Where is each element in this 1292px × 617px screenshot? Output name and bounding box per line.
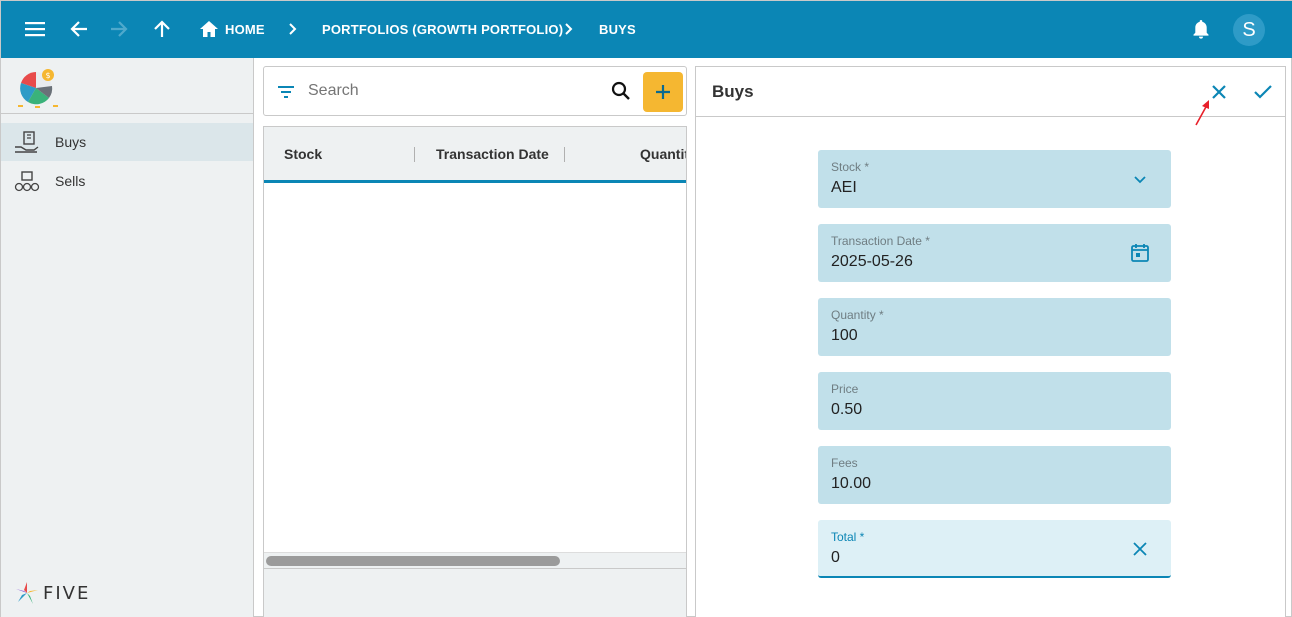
menu-icon[interactable] — [24, 18, 46, 40]
field-value: 100 — [831, 327, 858, 344]
sidebar-item-label: Buys — [55, 134, 87, 150]
fees-field[interactable]: Fees 10.00 — [818, 446, 1171, 504]
portfolio-logo-icon: $ — [18, 69, 58, 108]
field-value: 0.50 — [831, 401, 863, 418]
column-header-transaction-date[interactable]: Transaction Date — [436, 146, 549, 162]
sidebar: $ Buys Sells FIVE — [1, 58, 254, 617]
calendar-icon[interactable] — [1129, 242, 1151, 264]
list-panel: Search Stock Transaction Date Quantit — [263, 66, 687, 617]
filter-icon[interactable] — [276, 82, 296, 102]
chevron-right-icon — [562, 18, 576, 40]
quantity-field[interactable]: Quantity * 100 — [818, 298, 1171, 356]
sells-icon — [14, 169, 40, 193]
total-field[interactable]: Total * 0 — [818, 520, 1171, 578]
annotation-arrow-icon — [1195, 100, 1209, 126]
breadcrumb-portfolios[interactable]: PORTFOLIOS (GROWTH PORTFOLIO) — [322, 22, 563, 37]
field-label: Total * — [831, 530, 865, 544]
column-divider[interactable] — [564, 147, 565, 162]
arrow-forward-icon[interactable] — [108, 18, 130, 40]
column-header-quantity[interactable]: Quantit — [640, 146, 686, 162]
search-bar: Search — [263, 66, 687, 116]
search-icon[interactable] — [610, 80, 632, 102]
stock-select[interactable]: Stock * AEI — [818, 150, 1171, 208]
plus-icon — [656, 85, 670, 99]
transaction-date-field[interactable]: Transaction Date * 2025-05-26 — [818, 224, 1171, 282]
bell-icon[interactable] — [1190, 18, 1212, 40]
field-label: Price — [831, 382, 859, 396]
records-table: Stock Transaction Date Quantit — [263, 126, 687, 617]
horizontal-scrollbar[interactable] — [264, 552, 686, 568]
field-label: Transaction Date * — [831, 234, 930, 248]
table-footer — [264, 568, 686, 617]
search-input[interactable]: Search — [308, 82, 359, 100]
add-button[interactable] — [643, 72, 683, 112]
price-field[interactable]: Price 0.50 — [818, 372, 1171, 430]
chevron-right-icon — [286, 18, 300, 40]
arrow-back-icon[interactable] — [68, 18, 90, 40]
five-logo-icon — [16, 582, 38, 604]
scrollbar-thumb[interactable] — [266, 556, 560, 566]
form-title: Buys — [712, 82, 754, 101]
form-panel: Buys Stock * AEI Transaction Date * 2025… — [695, 66, 1286, 617]
table-header: Stock Transaction Date Quantit — [264, 127, 686, 183]
sidebar-item-buys[interactable]: Buys — [1, 123, 253, 161]
field-value: 2025-05-26 — [831, 253, 913, 270]
field-label: Stock * — [831, 160, 870, 174]
avatar[interactable]: S — [1233, 14, 1265, 46]
field-value: 10.00 — [831, 475, 872, 492]
arrow-up-icon[interactable] — [151, 18, 173, 40]
field-value: 0 — [831, 549, 840, 566]
field-label: Fees — [831, 456, 858, 470]
five-brand-text: FIVE — [43, 582, 91, 604]
svg-text:$: $ — [45, 71, 50, 80]
clear-icon[interactable] — [1129, 538, 1151, 560]
breadcrumb-buys[interactable]: BUYS — [599, 22, 636, 37]
form-header: Buys — [696, 67, 1285, 126]
chevron-down-icon[interactable] — [1129, 168, 1151, 190]
field-label: Quantity * — [831, 308, 884, 322]
app-logo-area: $ — [1, 58, 253, 114]
breadcrumb-home[interactable]: HOME — [225, 22, 265, 37]
five-brand-logo: FIVE — [15, 580, 90, 606]
check-icon[interactable] — [1251, 80, 1275, 104]
sidebar-item-sells[interactable]: Sells — [1, 162, 253, 200]
field-value: AEI — [831, 179, 857, 196]
column-divider[interactable] — [414, 147, 415, 162]
buys-icon — [14, 130, 40, 154]
column-header-stock[interactable]: Stock — [284, 146, 322, 162]
home-icon[interactable] — [198, 18, 220, 40]
top-bar: HOME PORTFOLIOS (GROWTH PORTFOLIO) BUYS … — [1, 1, 1292, 58]
sidebar-item-label: Sells — [55, 173, 86, 189]
